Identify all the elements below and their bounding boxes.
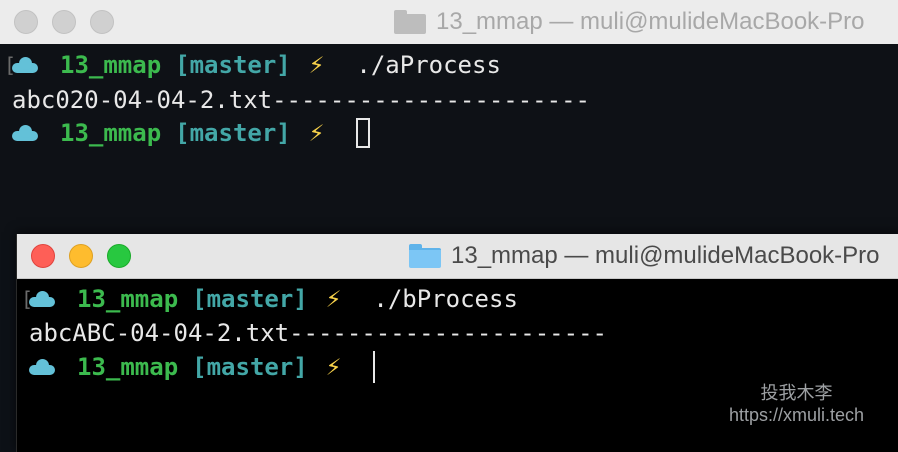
minimize-button[interactable]: [69, 244, 93, 268]
terminal-window-back[interactable]: 13_mmap — muli@mulideMacBook-Pro [ 13_mm…: [0, 0, 898, 240]
watermark: 投我木李 https://xmuli.tech: [729, 382, 864, 426]
cloud-icon: [12, 57, 38, 73]
output-line: abcABC-04-04-2.txt----------------------: [29, 316, 607, 350]
prompt-line: [ 13_mmap [master] ⚡ ./bProcess: [21, 282, 518, 316]
command-text: ./bProcess: [373, 285, 518, 313]
prompt-directory: 13_mmap: [60, 119, 162, 147]
bolt-icon: ⚡: [325, 284, 342, 314]
terminal-content[interactable]: [ 13_mmap [master] ⚡ ./aProcess abc020-0…: [0, 44, 898, 240]
title-bar[interactable]: 13_mmap — muli@mulideMacBook-Pro: [0, 0, 898, 44]
text-cursor: [356, 118, 371, 148]
prompt-branch: [master]: [192, 285, 308, 313]
window-title-text: 13_mmap — muli@mulideMacBook-Pro: [451, 242, 880, 269]
prompt-line: 13_mmap [master] ⚡: [29, 350, 376, 384]
prompt-line: [ 13_mmap [master] ⚡ ./aProcess: [4, 48, 501, 82]
output-line: abc020-04-04-2.txt----------------------: [12, 83, 590, 117]
output-text: abc020-04-04-2.txt----------------------: [12, 86, 590, 114]
title-bar[interactable]: 13_mmap — muli@mulideMacBook-Pro: [17, 234, 898, 279]
zoom-button[interactable]: [107, 244, 131, 268]
prompt-line: 13_mmap [master] ⚡: [12, 116, 371, 150]
prompt-branch: [master]: [192, 353, 308, 381]
cloud-icon: [29, 291, 55, 307]
bolt-icon: ⚡: [308, 50, 325, 80]
prompt-branch: [master]: [175, 51, 291, 79]
window-controls: [14, 10, 114, 34]
prompt-directory: 13_mmap: [77, 353, 179, 381]
prompt-directory: 13_mmap: [60, 51, 162, 79]
bolt-icon: ⚡: [308, 118, 325, 148]
minimize-button[interactable]: [52, 10, 76, 34]
command-text: ./aProcess: [356, 51, 501, 79]
window-title: 13_mmap — muli@mulideMacBook-Pro: [409, 242, 880, 270]
cloud-icon: [29, 359, 55, 375]
close-button[interactable]: [31, 244, 55, 268]
zoom-button[interactable]: [90, 10, 114, 34]
folder-icon: [409, 244, 441, 268]
watermark-name: 投我木李: [760, 383, 833, 403]
folder-icon: [394, 10, 426, 34]
bolt-icon: ⚡: [325, 352, 342, 382]
window-title: 13_mmap — muli@mulideMacBook-Pro: [394, 8, 865, 36]
window-title-text: 13_mmap — muli@mulideMacBook-Pro: [436, 8, 865, 35]
prompt-directory: 13_mmap: [77, 285, 179, 313]
close-button[interactable]: [14, 10, 38, 34]
output-text: abcABC-04-04-2.txt----------------------: [29, 319, 607, 347]
window-controls: [31, 244, 131, 268]
cloud-icon: [12, 125, 38, 141]
prompt-branch: [master]: [175, 119, 291, 147]
watermark-url: https://xmuli.tech: [728, 405, 864, 425]
text-cursor: [373, 351, 376, 383]
